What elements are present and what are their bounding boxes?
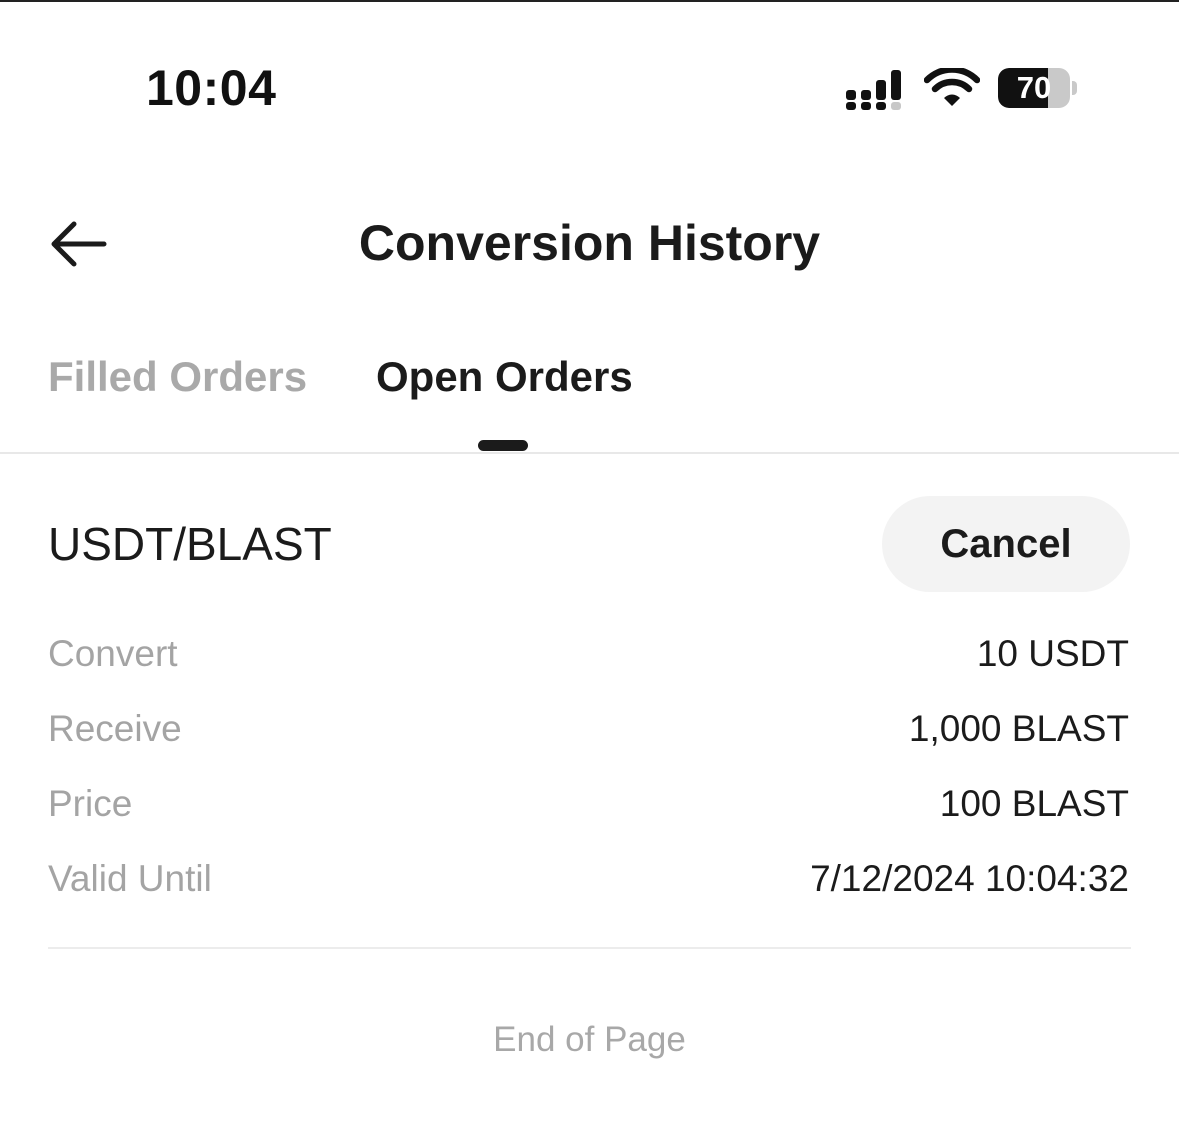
detail-label: Price — [48, 783, 133, 824]
detail-row-convert: Convert 10 USDT — [48, 629, 1129, 679]
detail-row-receive: Receive 1,000 BLAST — [48, 704, 1129, 754]
order-pair: USDT/BLAST — [48, 518, 332, 570]
detail-value: 1,000 BLAST — [908, 708, 1129, 749]
wifi-icon — [924, 68, 980, 106]
page-title: Conversion History — [358, 215, 821, 271]
signal-icon — [846, 70, 901, 110]
detail-value: 10 USDT — [976, 633, 1129, 674]
top-edge-rule — [0, 0, 1179, 2]
tab-open-orders[interactable]: Open Orders — [376, 350, 633, 404]
status-icons: 70 — [840, 64, 1090, 114]
detail-value: 7/12/2024 10:04:32 — [810, 858, 1129, 899]
detail-value: 100 BLAST — [939, 783, 1129, 824]
tabs-divider — [0, 452, 1179, 454]
detail-label: Convert — [48, 633, 178, 674]
tab-filled-orders[interactable]: Filled Orders — [48, 350, 307, 404]
detail-row-price: Price 100 BLAST — [48, 779, 1129, 829]
detail-label: Valid Until — [48, 858, 212, 899]
card-divider — [48, 947, 1131, 949]
end-of-page-text: End of Page — [493, 1020, 686, 1059]
detail-label: Receive — [48, 708, 182, 749]
battery-level: 70 — [1016, 70, 1052, 105]
active-tab-indicator — [478, 440, 528, 451]
status-time: 10:04 — [146, 60, 277, 116]
battery-icon: 70 — [998, 68, 1077, 108]
cancel-button[interactable]: Cancel — [882, 496, 1130, 592]
detail-row-valid-until: Valid Until 7/12/2024 10:04:32 — [48, 854, 1129, 904]
